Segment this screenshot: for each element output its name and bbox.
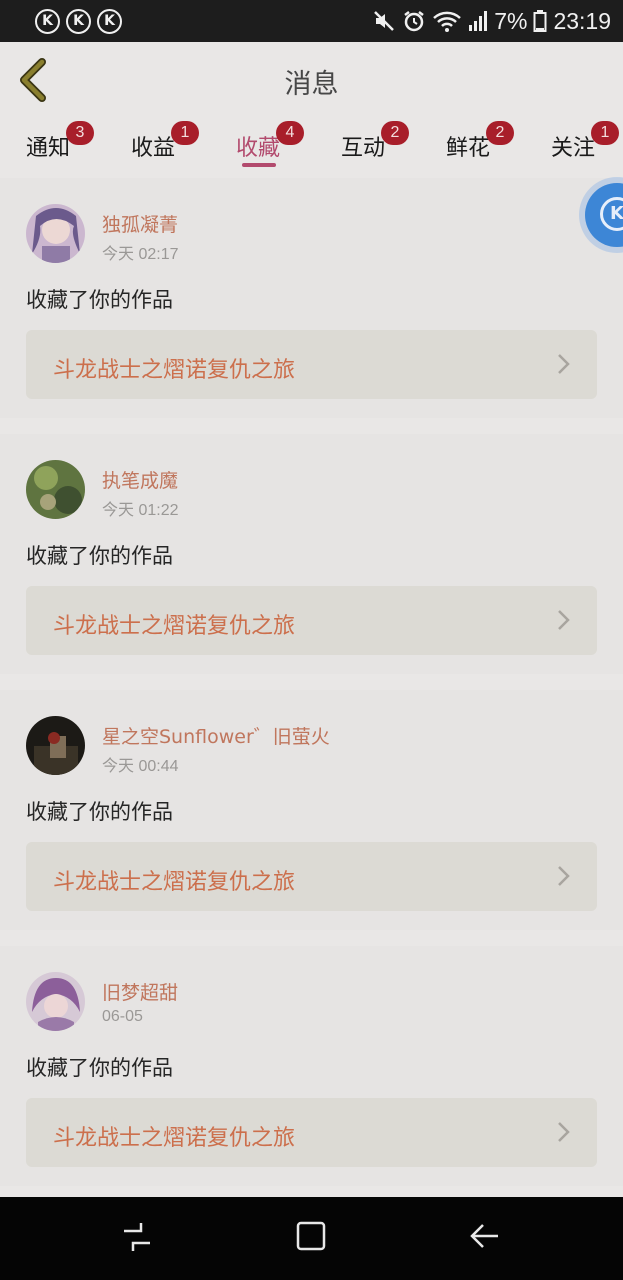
k-logo-icon: K [600, 197, 623, 231]
chevron-right-icon [558, 866, 570, 886]
work-title: 斗龙战士之熠诺复仇之旅 [53, 1126, 296, 1151]
mute-icon [374, 11, 395, 31]
status-bar: K K K 7% 23:19 [0, 0, 623, 42]
work-title: 斗龙战士之熠诺复仇之旅 [53, 358, 296, 383]
work-link[interactable]: 斗龙战士之熠诺复仇之旅 [26, 842, 597, 911]
tab-bar: 通知 3 收益 1 收藏 4 互动 2 鲜花 2 关注 1 [0, 118, 623, 172]
action-text: 收藏了你的作品 [26, 544, 173, 568]
count-badge: 1 [591, 121, 619, 145]
battery-percent: 7% [494, 7, 528, 34]
back-nav-button[interactable] [466, 1217, 506, 1257]
chevron-right-icon [558, 354, 570, 374]
page-title: 消息 [284, 69, 339, 100]
tab-label: 鲜花 [446, 136, 491, 161]
tab-follows[interactable]: 关注 1 [551, 121, 619, 162]
tab-label: 收藏 [236, 136, 281, 161]
battery-icon [533, 10, 547, 32]
timestamp: 今天 02:17 [102, 246, 179, 263]
tab-favorites[interactable]: 收藏 4 [236, 121, 304, 162]
action-text: 收藏了你的作品 [26, 1056, 173, 1080]
tab-label: 关注 [551, 136, 596, 161]
count-badge: 2 [486, 121, 514, 145]
username[interactable]: 旧梦超甜 [102, 978, 178, 1005]
chevron-right-icon [558, 610, 570, 630]
chevron-right-icon [558, 1122, 570, 1142]
tab-flowers[interactable]: 鲜花 2 [446, 121, 514, 162]
count-badge: 4 [276, 121, 304, 145]
tab-notifications[interactable]: 通知 3 [26, 121, 94, 162]
list-item: 独孤凝菁 今天 02:17 收藏了你的作品 斗龙战士之熠诺复仇之旅 [0, 178, 623, 418]
navigation-bar [0, 1197, 623, 1280]
avatar[interactable] [26, 460, 85, 519]
work-link[interactable]: 斗龙战士之熠诺复仇之旅 [26, 1098, 597, 1167]
avatar[interactable] [26, 972, 85, 1031]
home-button[interactable] [292, 1217, 332, 1257]
username[interactable]: 独孤凝菁 [102, 210, 178, 237]
work-link[interactable]: 斗龙战士之熠诺复仇之旅 [26, 330, 597, 399]
home-icon [296, 1221, 326, 1251]
tab-label: 通知 [26, 136, 71, 161]
action-text: 收藏了你的作品 [26, 288, 173, 312]
work-title: 斗龙战士之熠诺复仇之旅 [53, 870, 296, 895]
tab-label: 收益 [131, 136, 176, 161]
list-item: 执笔成魔 今天 01:22 收藏了你的作品 斗龙战士之熠诺复仇之旅 [0, 434, 623, 674]
timestamp: 今天 00:44 [102, 758, 179, 775]
recent-apps-icon [124, 1223, 150, 1251]
k-app-icon: K [35, 9, 60, 34]
count-badge: 2 [381, 121, 409, 145]
list-item: 星之空Sunflower゛旧萤火 今天 00:44 收藏了你的作品 斗龙战士之熠… [0, 690, 623, 930]
recent-apps-button[interactable] [117, 1217, 157, 1257]
timestamp: 今天 01:22 [102, 502, 179, 519]
arrow-left-icon [470, 1224, 498, 1248]
alarm-icon [404, 11, 424, 32]
tab-interactions[interactable]: 互动 2 [341, 121, 409, 162]
wifi-icon [433, 11, 462, 32]
count-badge: 3 [66, 121, 94, 145]
avatar[interactable] [26, 716, 85, 775]
tab-label: 互动 [341, 136, 386, 161]
header: 消息 [0, 42, 623, 118]
signal-icon [469, 11, 488, 31]
tab-earnings[interactable]: 收益 1 [131, 121, 199, 162]
username[interactable]: 星之空Sunflower゛旧萤火 [102, 722, 330, 749]
timestamp: 06-05 [102, 1008, 143, 1025]
count-badge: 1 [171, 121, 199, 145]
work-link[interactable]: 斗龙战士之熠诺复仇之旅 [26, 586, 597, 655]
avatar[interactable] [26, 204, 85, 263]
username[interactable]: 执笔成魔 [102, 466, 178, 493]
work-title: 斗龙战士之熠诺复仇之旅 [53, 614, 296, 639]
k-app-icon: K [97, 9, 122, 34]
active-tab-indicator [242, 163, 276, 167]
list-item: 旧梦超甜 06-05 收藏了你的作品 斗龙战士之熠诺复仇之旅 [0, 946, 623, 1186]
status-time: 23:19 [553, 7, 611, 34]
k-app-icon: K [66, 9, 91, 34]
action-text: 收藏了你的作品 [26, 800, 173, 824]
